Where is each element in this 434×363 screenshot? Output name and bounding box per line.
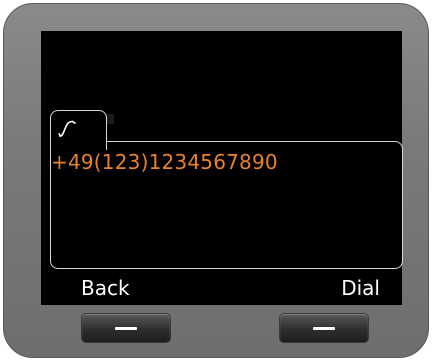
button-bar-icon [115,327,137,330]
phone-device: +49(123)1234567890 Back Dial [3,3,429,358]
phone-handset-icon [58,120,76,137]
dial-softkey-label: Dial [341,276,380,300]
button-bar-icon [313,327,335,330]
back-softkey-label: Back [81,276,130,300]
back-button[interactable] [81,313,171,343]
dial-button[interactable] [279,313,369,343]
dialed-number-input[interactable]: +49(123)1234567890 [51,150,278,174]
display-screen: +49(123)1234567890 Back Dial [41,31,403,305]
